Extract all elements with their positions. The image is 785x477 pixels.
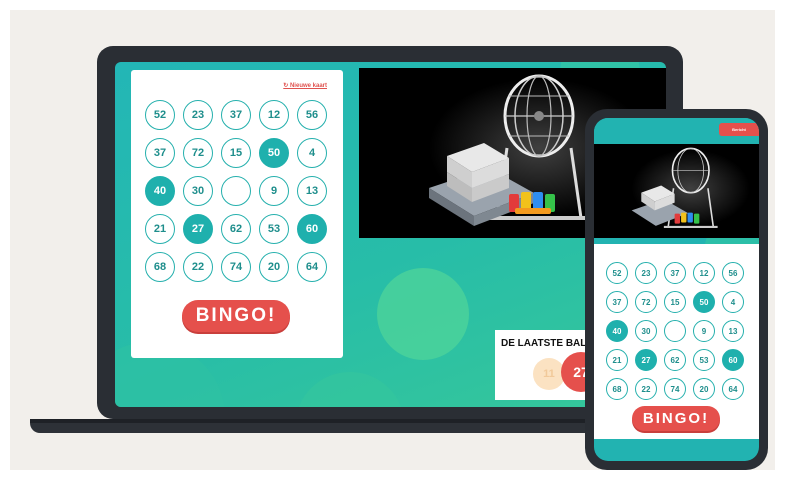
bingo-card: ↻ Nieuwe kaart 52 23 37 12 56 37 72 15 50 4 40 30 9 1… [131, 70, 343, 358]
phone-message-button[interactable]: Bericht [719, 123, 759, 136]
bingo-cell[interactable]: 62 [664, 349, 686, 371]
bingo-cell[interactable]: 50 [259, 138, 289, 168]
bingo-cell-free[interactable] [664, 320, 686, 342]
bingo-cell[interactable]: 21 [145, 214, 175, 244]
bingo-cell[interactable]: 53 [693, 349, 715, 371]
bingo-cell[interactable]: 60 [297, 214, 327, 244]
bingo-cell[interactable]: 50 [693, 291, 715, 313]
bingo-machine-image [631, 147, 750, 229]
bingo-cell[interactable]: 37 [606, 291, 628, 313]
bingo-cell[interactable]: 23 [635, 262, 657, 284]
bingo-cell[interactable]: 56 [297, 100, 327, 130]
bingo-cell[interactable]: 13 [722, 320, 744, 342]
bingo-card-mobile: 52 23 37 12 56 37 72 15 50 4 40 30 9 13 21 27 62 53 60 68 22… [594, 244, 759, 439]
bingo-cell[interactable]: 40 [606, 320, 628, 342]
bingo-cell[interactable]: 68 [606, 378, 628, 400]
bingo-cell[interactable]: 74 [221, 252, 251, 282]
bingo-cell[interactable]: 40 [145, 176, 175, 206]
bingo-cell[interactable]: 37 [221, 100, 251, 130]
bingo-cell[interactable]: 20 [259, 252, 289, 282]
decorative-blob [377, 268, 469, 360]
bingo-button[interactable]: BINGO! [182, 300, 290, 332]
bingo-cell-free[interactable] [221, 176, 251, 206]
bingo-cell[interactable]: 22 [183, 252, 213, 282]
bingo-cell[interactable]: 62 [221, 214, 251, 244]
bingo-cell[interactable]: 22 [635, 378, 657, 400]
bingo-cell[interactable]: 30 [635, 320, 657, 342]
bingo-cell[interactable]: 13 [297, 176, 327, 206]
bingo-cell[interactable]: 9 [693, 320, 715, 342]
bingo-cell[interactable]: 64 [297, 252, 327, 282]
bingo-cell[interactable]: 74 [664, 378, 686, 400]
bingo-cell[interactable]: 68 [145, 252, 175, 282]
bingo-cell[interactable]: 37 [145, 138, 175, 168]
bingo-cell[interactable]: 53 [259, 214, 289, 244]
bingo-cell[interactable]: 9 [259, 176, 289, 206]
phone-header: Bericht [594, 118, 759, 144]
bingo-cell[interactable]: 60 [722, 349, 744, 371]
bingo-cell[interactable]: 15 [664, 291, 686, 313]
bingo-cell[interactable]: 52 [606, 262, 628, 284]
bingo-button-mobile[interactable]: BINGO! [632, 406, 720, 431]
bingo-cell[interactable]: 64 [722, 378, 744, 400]
bingo-cell[interactable]: 4 [722, 291, 744, 313]
bingo-cell[interactable]: 20 [693, 378, 715, 400]
bingo-cell[interactable]: 23 [183, 100, 213, 130]
bingo-cell[interactable]: 72 [635, 291, 657, 313]
new-card-link[interactable]: ↻ Nieuwe kaart [283, 82, 327, 89]
bingo-cell[interactable]: 72 [183, 138, 213, 168]
bingo-cell[interactable]: 27 [635, 349, 657, 371]
bingo-cell[interactable]: 37 [664, 262, 686, 284]
bingo-machine-video-mobile[interactable] [594, 144, 759, 238]
bingo-grid-mobile: 52 23 37 12 56 37 72 15 50 4 40 30 9 13 21 27 62 53 60 68 22… [606, 262, 744, 400]
bingo-cell[interactable]: 56 [722, 262, 744, 284]
bingo-cell[interactable]: 12 [693, 262, 715, 284]
bingo-grid: 52 23 37 12 56 37 72 15 50 4 40 30 9 13 21 27 62 53 60 68 22… [145, 100, 327, 282]
laptop-screen: ↻ Nieuwe kaart 52 23 37 12 56 37 72 15 50 4 40 30 9 1… [115, 62, 666, 407]
bingo-cell[interactable]: 15 [221, 138, 251, 168]
bingo-cell[interactable]: 21 [606, 349, 628, 371]
decorative-blob [295, 372, 405, 407]
bingo-cell[interactable]: 27 [183, 214, 213, 244]
phone-screen: Bericht 52 23 37 12 56 37 72 15 50 4 40 30 9 13 21 27 62… [594, 118, 759, 461]
bingo-cell[interactable]: 52 [145, 100, 175, 130]
bingo-cell[interactable]: 30 [183, 176, 213, 206]
bingo-cell[interactable]: 12 [259, 100, 289, 130]
bingo-cell[interactable]: 4 [297, 138, 327, 168]
